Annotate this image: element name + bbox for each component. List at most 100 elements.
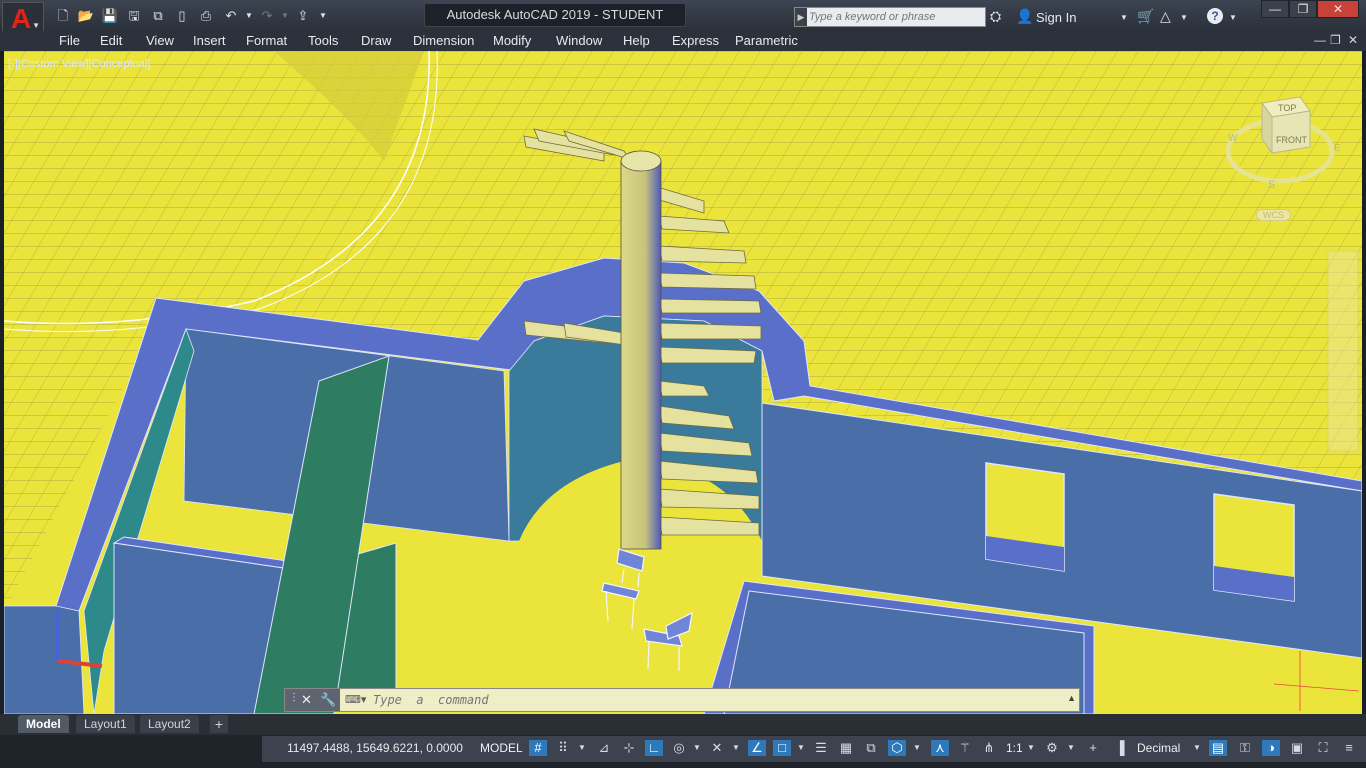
viewcube[interactable]: TOP FRONT W E S WCS [1222,91,1342,231]
grid-icon[interactable]: # [529,740,547,756]
annotation-monitor-icon[interactable]: + [1084,740,1102,756]
workspace-gear-icon[interactable]: ⚙ [1043,740,1061,756]
save-web-icon[interactable]: ▯ [173,8,191,24]
menu-express[interactable]: Express [672,33,719,48]
viewcube-top-label[interactable]: TOP [1278,103,1296,113]
viewcube-east-label[interactable]: E [1334,143,1341,154]
coordinates-readout[interactable]: 11497.4488, 15649.6221, 0.0000 [287,741,463,755]
tab-layout1[interactable]: Layout1 [76,715,135,733]
selection-filter-icon[interactable]: ⚚ [956,740,974,756]
clean-screen-icon[interactable]: ⛶ [1314,740,1332,756]
menu-window[interactable]: Window [556,33,602,48]
menu-view[interactable]: View [146,33,174,48]
plot-icon[interactable]: ⎙ [197,8,215,24]
object-snap-icon[interactable]: □ [773,740,791,756]
redo-dropdown-icon[interactable]: ▼ [276,8,294,24]
undo-dropdown-icon[interactable]: ▼ [240,8,258,24]
menu-modify[interactable]: Modify [493,33,531,48]
annotation-scale[interactable]: 1:1 [1006,741,1023,755]
grip-icon[interactable]: ⋮ [289,692,299,703]
a360-dropdown-icon[interactable]: ▼ [1180,13,1188,22]
drawing-minimize-icon[interactable]: — [1314,33,1326,47]
units-select[interactable]: Decimal [1137,741,1180,755]
viewport-label[interactable]: [-][Custom View][Conceptual] [8,58,150,70]
polar-tracking-icon[interactable]: ◎ [670,740,688,756]
drawing-restore-icon[interactable]: ❐ [1330,33,1341,47]
units-dropdown-icon[interactable]: ▼ [1188,740,1206,756]
save-as-icon[interactable]: 🖫 [125,8,143,24]
menu-tools[interactable]: Tools [308,33,338,48]
annotation-scale-dropdown-icon[interactable]: ▼ [1022,740,1040,756]
command-prompt-icon[interactable]: ⌨▾ [345,693,366,706]
help-dropdown-icon[interactable]: ▼ [1229,13,1237,22]
restore-window-button[interactable]: ❐ [1289,0,1317,18]
open-web-icon[interactable]: ⧉ [149,8,167,24]
viewcube-west-label[interactable]: W [1228,133,1237,144]
dynamic-ucs-icon[interactable]: ⋏ [931,740,949,756]
menu-draw[interactable]: Draw [361,33,391,48]
tab-layout2[interactable]: Layout2 [140,715,199,733]
viewcube-front-label[interactable]: FRONT [1276,135,1307,145]
close-window-button[interactable]: ✕ [1317,0,1359,18]
command-history-up-icon[interactable]: ▲ [1067,693,1076,703]
isometric-dropdown-icon[interactable]: ▼ [727,740,745,756]
lineweight-icon[interactable]: ☰ [812,740,830,756]
sign-in-button[interactable]: Sign In [1036,10,1076,25]
menu-dimension[interactable]: Dimension [413,33,474,48]
infer-constraints-icon[interactable]: ⊿ [595,740,613,756]
workspace-dropdown-icon[interactable]: ▼ [1062,740,1080,756]
save-icon[interactable]: 💾 [101,8,119,24]
viewcube-south-label[interactable]: S [1268,179,1275,191]
redo-icon[interactable]: ↷ [258,8,276,24]
command-input[interactable] [373,692,1053,708]
dynamic-input-icon[interactable]: ⊹ [620,740,638,756]
autodesk-app-store-icon[interactable]: 🛒 [1137,8,1154,25]
sign-in-dropdown-icon[interactable]: ▼ [1120,13,1128,22]
lock-ui-icon[interactable]: ⚿ [1236,740,1254,756]
search-input[interactable] [809,9,981,25]
snap-mode-icon[interactable]: ⠿ [554,740,572,756]
open-folder-icon[interactable]: 📂 [77,8,95,24]
close-icon[interactable]: ✕ [301,692,312,708]
menu-edit[interactable]: Edit [100,33,122,48]
selection-cycling-icon[interactable]: ⧉ [862,740,880,756]
binoculars-search-icon[interactable]: ⛭ [990,8,1001,25]
quick-properties-icon[interactable]: ▤ [1209,740,1227,756]
ortho-mode-icon[interactable]: ∟ [645,740,663,756]
search-expand-icon[interactable]: ▶ [795,8,807,26]
menu-insert[interactable]: Insert [193,33,226,48]
drawing-viewport[interactable]: Z [-][Custom View][Conceptual] TOP FRONT… [4,51,1362,714]
menu-file[interactable]: File [59,33,80,48]
isometric-drafting-icon[interactable]: ✕ [708,740,726,756]
3d-object-snap-icon[interactable]: ⬡ [888,740,906,756]
object-snap-dropdown-icon[interactable]: ▼ [792,740,810,756]
customization-menu-icon[interactable]: ≡ [1340,740,1358,756]
snap-dropdown-icon[interactable]: ▼ [573,740,591,756]
share-icon[interactable]: ⇪ [294,8,312,24]
menu-parametric[interactable]: Parametric [735,33,798,48]
wcs-menu[interactable]: WCS [1256,209,1291,221]
minimize-window-button[interactable]: — [1261,0,1289,18]
customize-quick-access-icon[interactable]: ▼ [314,8,332,24]
polar-dropdown-icon[interactable]: ▼ [688,740,706,756]
user-icon[interactable]: 👤 [1016,8,1033,25]
hardware-acceleration-icon[interactable]: ▣ [1288,740,1306,756]
model-space-button[interactable]: MODEL [480,741,523,755]
undo-icon[interactable]: ↶ [222,8,240,24]
command-line[interactable]: ⋮ ✕ 🔧 ⌨▾ ▲ [284,688,1080,712]
transparency-icon[interactable]: ▦ [837,740,855,756]
tab-model[interactable]: Model [18,715,69,733]
units-icon[interactable]: ▐ [1111,740,1129,756]
new-file-icon[interactable]: 🗋 [54,8,72,24]
gizmo-icon[interactable]: ⋔ [980,740,998,756]
drawing-close-icon[interactable]: ✕ [1348,33,1358,47]
object-snap-tracking-icon[interactable]: ∠ [748,740,766,756]
menu-format[interactable]: Format [246,33,287,48]
help-icon[interactable]: ? [1207,8,1223,24]
search-box[interactable]: ▶ [794,7,986,27]
customize-wrench-icon[interactable]: 🔧 [320,692,336,708]
3d-osnap-dropdown-icon[interactable]: ▼ [908,740,926,756]
isolate-objects-icon[interactable]: ◑ [1262,740,1280,756]
menu-help[interactable]: Help [623,33,650,48]
a360-icon[interactable]: △ [1160,8,1171,25]
